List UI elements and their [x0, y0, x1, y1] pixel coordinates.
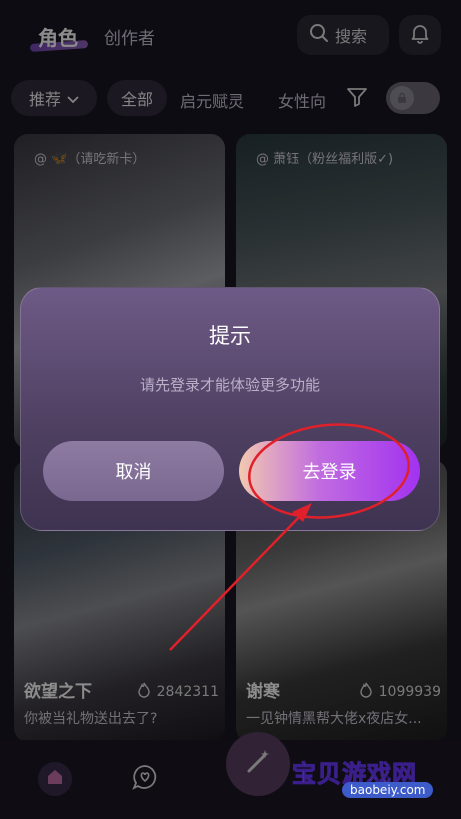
- watermark-url: baobeiy.com: [342, 782, 434, 798]
- dialog-message: 请先登录才能体验更多功能: [139, 376, 320, 394]
- site-watermark: 宝贝游戏网 baobeiy.com: [286, 752, 456, 808]
- login-button[interactable]: 去登录: [239, 441, 420, 501]
- login-prompt-dialog: 提示 请先登录才能体验更多功能 取消 去登录: [20, 287, 440, 531]
- cancel-button[interactable]: 取消: [43, 441, 224, 501]
- dialog-title: 提示: [209, 324, 251, 348]
